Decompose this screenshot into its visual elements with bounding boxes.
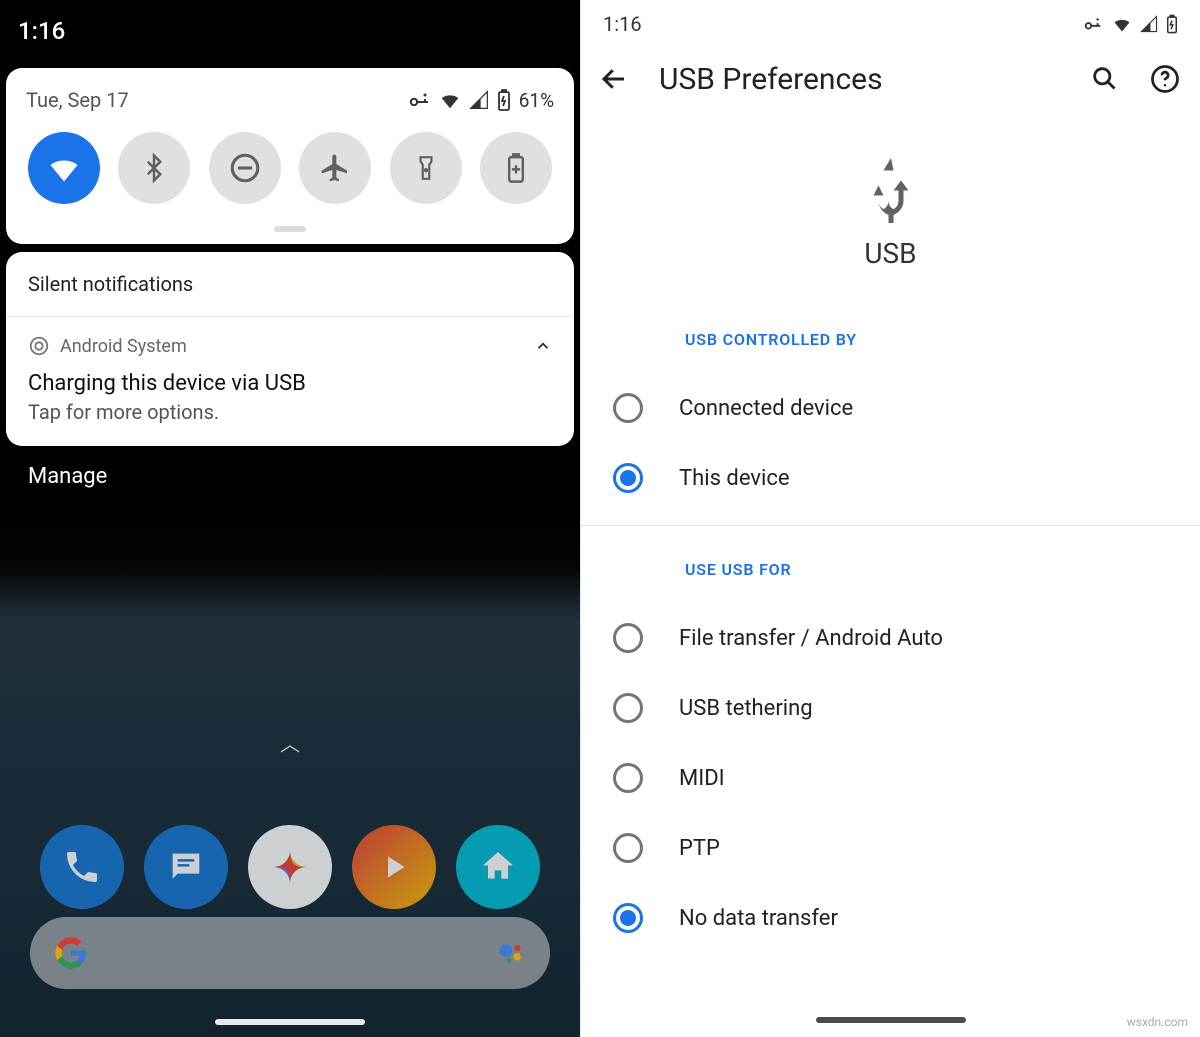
help-button[interactable] [1150, 64, 1182, 96]
toggle-battery-saver[interactable] [480, 132, 552, 204]
app-phone[interactable] [40, 825, 124, 909]
toggle-dnd[interactable] [209, 132, 281, 204]
watermark: wsxdn.com [1123, 1013, 1192, 1031]
radio-label: USB tethering [679, 696, 813, 721]
qs-toggles [20, 132, 560, 222]
status-icons [1082, 13, 1178, 35]
manage-button[interactable]: Manage [0, 446, 580, 507]
section-controlled-by-header: USB CONTROLLED BY [581, 320, 1200, 373]
vpn-key-icon [407, 88, 431, 112]
notification-subtitle: Tap for more options. [28, 400, 552, 424]
app-bar: USB Preferences [581, 48, 1200, 123]
usb-preferences-screen: 1:16 USB Preferences [580, 0, 1200, 1037]
quick-settings-panel: Tue, Sep 17 61% [6, 68, 574, 244]
radio-icon [613, 833, 643, 863]
section-use-for-header: USE USB FOR [581, 550, 1200, 603]
qs-header: Tue, Sep 17 61% [20, 88, 560, 132]
qs-drag-handle[interactable] [274, 226, 306, 232]
radio-label: File transfer / Android Auto [679, 626, 943, 651]
page-title: USB Preferences [659, 62, 1062, 97]
usb-hero-label: USB [864, 237, 916, 270]
toggle-wifi[interactable] [28, 132, 100, 204]
radio-file-transfer[interactable]: File transfer / Android Auto [581, 603, 1200, 673]
android-system-icon [28, 335, 50, 357]
radio-no-data-transfer[interactable]: No data transfer [581, 883, 1200, 953]
battery-icon [497, 89, 511, 111]
wifi-icon [439, 89, 461, 111]
silent-notifications-header: Silent notifications [6, 252, 574, 317]
radio-label: PTP [679, 836, 720, 861]
qs-status-icons: 61% [407, 88, 554, 112]
search-bar[interactable] [30, 917, 550, 989]
radio-icon [613, 903, 643, 933]
radio-icon [613, 623, 643, 653]
back-button[interactable] [599, 64, 631, 96]
gesture-nav-handle[interactable] [215, 1019, 365, 1025]
chevron-up-icon[interactable] [534, 337, 552, 355]
app-photos[interactable] [248, 825, 332, 909]
app-drawer-caret-icon[interactable]: ︿ [280, 728, 300, 757]
notification-source: Android System [60, 336, 187, 357]
radio-this-device[interactable]: This device [581, 443, 1200, 513]
notification-title: Charging this device via USB [28, 371, 552, 396]
radio-label: MIDI [679, 766, 725, 791]
radio-ptp[interactable]: PTP [581, 813, 1200, 883]
battery-percent: 61% [519, 89, 554, 112]
radio-label: This device [679, 466, 790, 491]
gesture-nav-handle[interactable] [816, 1017, 966, 1023]
radio-icon [613, 693, 643, 723]
notification-card: Silent notifications Android System Char… [6, 252, 574, 446]
radio-icon [613, 463, 643, 493]
app-launcher[interactable] [456, 825, 540, 909]
radio-icon [613, 393, 643, 423]
status-bar: 1:16 [0, 0, 580, 62]
signal-icon [469, 90, 489, 110]
radio-label: No data transfer [679, 906, 838, 931]
signal-icon [1140, 15, 1158, 33]
radio-connected-device[interactable]: Connected device [581, 373, 1200, 443]
battery-icon [1166, 14, 1178, 34]
radio-midi[interactable]: MIDI [581, 743, 1200, 813]
app-messages[interactable] [144, 825, 228, 909]
toggle-flashlight[interactable] [390, 132, 462, 204]
toggle-bluetooth[interactable] [118, 132, 190, 204]
notification-shade-screen: 1:16 Tue, Sep 17 61% [0, 0, 580, 1037]
usb-icon [861, 153, 921, 223]
section-divider [581, 525, 1200, 526]
search-button[interactable] [1090, 64, 1122, 96]
toggle-airplane[interactable] [299, 132, 371, 204]
status-bar: 1:16 [581, 0, 1200, 48]
radio-label: Connected device [679, 396, 853, 421]
dock [0, 825, 580, 909]
status-time: 1:16 [18, 17, 65, 45]
google-g-icon [54, 936, 88, 970]
notification-item[interactable]: Android System Charging this device via … [6, 317, 574, 446]
radio-usb-tethering[interactable]: USB tethering [581, 673, 1200, 743]
radio-icon [613, 763, 643, 793]
assistant-icon [496, 938, 526, 968]
wifi-icon [1112, 14, 1132, 34]
vpn-key-icon [1082, 13, 1104, 35]
app-play-music[interactable] [352, 825, 436, 909]
status-time: 1:16 [603, 12, 642, 36]
usb-hero: USB [581, 123, 1200, 320]
qs-date: Tue, Sep 17 [26, 88, 129, 112]
